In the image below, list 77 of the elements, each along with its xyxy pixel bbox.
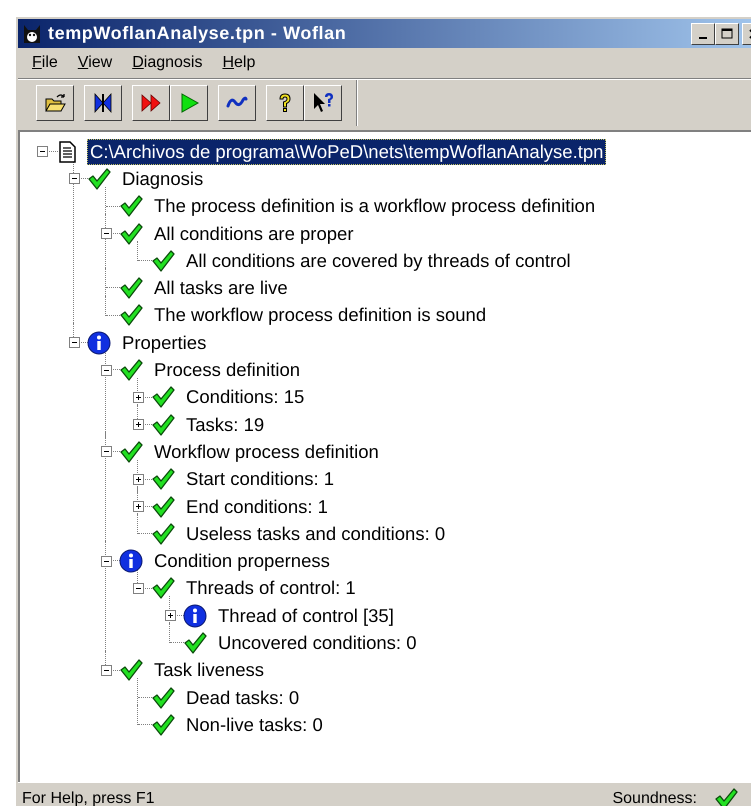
collapse-icon[interactable]	[68, 173, 80, 184]
toolbar-button[interactable]	[84, 85, 122, 121]
tree-item[interactable]: Process definition	[151, 357, 304, 384]
expand-icon[interactable]	[132, 501, 144, 512]
info-icon	[183, 604, 207, 628]
minimize-icon	[699, 36, 707, 38]
tree-item[interactable]: Task liveness	[151, 657, 268, 684]
soundness-label: Soundness:	[612, 790, 697, 806]
check-icon	[87, 166, 111, 191]
window-title: tempWoflanAnalyse.tpn - Woflan	[48, 23, 348, 44]
check-icon	[119, 440, 143, 464]
collapse-icon[interactable]	[100, 556, 112, 567]
tree-item[interactable]: Condition properness	[151, 548, 333, 574]
expand-icon[interactable]	[132, 474, 144, 485]
tree-item[interactable]: All conditions are covered by threads of control	[183, 248, 574, 274]
check-icon	[151, 576, 175, 600]
check-icon	[119, 222, 143, 246]
collapse-icon[interactable]	[100, 364, 112, 376]
tree-item[interactable]: Dead tasks: 0	[183, 684, 302, 711]
expand-icon[interactable]	[132, 419, 144, 430]
toolbar-button[interactable]	[304, 85, 342, 121]
collapse-icon[interactable]	[100, 446, 112, 458]
info-icon	[87, 330, 111, 355]
toolbar-button[interactable]	[266, 85, 304, 121]
minimize-button[interactable]	[691, 22, 715, 44]
collapse-icon[interactable]	[100, 228, 112, 240]
check-icon	[151, 522, 175, 546]
tree-item[interactable]: The workflow process definition is sound	[151, 302, 490, 328]
toolbar-button[interactable]	[170, 85, 208, 121]
tree-item[interactable]: Threads of control: 1	[183, 575, 359, 602]
check-icon	[151, 467, 175, 492]
check-icon	[119, 358, 143, 382]
tree-item[interactable]: Useless tasks and conditions: 0	[183, 520, 448, 547]
check-icon	[151, 385, 175, 410]
check-icon	[119, 276, 143, 300]
cat-icon	[22, 22, 42, 44]
collapse-icon[interactable]	[68, 337, 80, 348]
check-icon	[183, 630, 207, 655]
menu-item[interactable]: Diagnosis	[122, 52, 212, 74]
menu-item[interactable]: File	[22, 52, 68, 74]
tree-item[interactable]: The process definition is a workflow process definition	[151, 193, 598, 220]
tree-item[interactable]: All conditions are proper	[151, 220, 356, 247]
tree-item[interactable]: Tasks: 19	[183, 412, 268, 438]
tree-item[interactable]: Workflow process definition	[151, 438, 382, 465]
pointer-help-icon	[311, 91, 335, 115]
tree-item[interactable]: Properties	[119, 330, 210, 356]
tree-item[interactable]: Conditions: 15	[183, 384, 308, 410]
tree-item[interactable]: Diagnosis	[119, 166, 206, 192]
check-icon	[119, 658, 143, 682]
toolbar-button[interactable]	[132, 85, 170, 121]
tree-item[interactable]: Thread of control [35]	[215, 602, 397, 629]
tree-item[interactable]: End conditions: 1	[183, 494, 331, 520]
check-icon	[151, 686, 175, 710]
check-icon	[151, 494, 175, 518]
tree-item[interactable]: All tasks are live	[151, 275, 291, 302]
collapse-icon[interactable]	[100, 664, 112, 676]
check-icon	[119, 194, 143, 218]
toolbar-button[interactable]	[36, 85, 74, 121]
check-icon	[151, 712, 175, 737]
menu-item[interactable]: Help	[212, 52, 266, 74]
collapse-icon[interactable]	[132, 582, 144, 594]
check-icon	[119, 303, 143, 328]
tree-item[interactable]: C:\Archivos de programa\WoPeD\nets\tempWoflanAnalyse.tpn	[87, 138, 606, 165]
menu-item[interactable]: View	[68, 52, 122, 74]
info-icon	[119, 549, 143, 574]
toolbar-button[interactable]	[218, 85, 256, 121]
check-icon	[151, 412, 175, 437]
status-text: For Help, press F1	[22, 790, 156, 806]
maximize-button[interactable]	[715, 22, 739, 44]
tree-item[interactable]: Non-live tasks: 0	[183, 712, 326, 738]
collapse-icon[interactable]	[36, 146, 48, 158]
expand-icon[interactable]	[164, 610, 176, 622]
expand-icon[interactable]	[132, 392, 144, 403]
maximize-icon	[721, 28, 733, 40]
tree-item[interactable]: Start conditions: 1	[183, 466, 338, 492]
check-icon	[151, 248, 175, 273]
tree-item[interactable]: Uncovered conditions: 0	[215, 630, 420, 656]
